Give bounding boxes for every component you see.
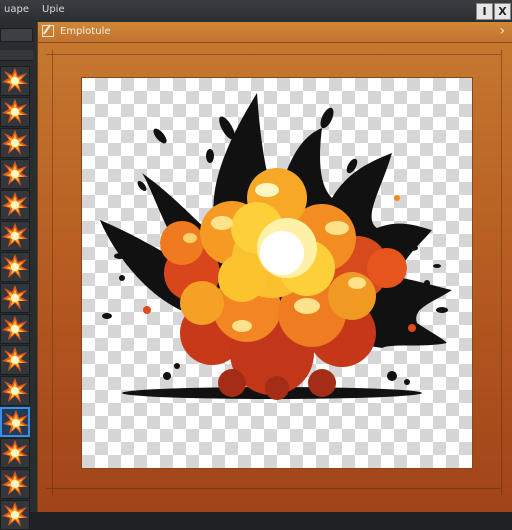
explosion-thumbnail-icon [2, 192, 28, 217]
edit-icon [42, 25, 54, 37]
menu-label-left[interactable]: uape [4, 4, 29, 15]
document-window: Emplotule › [37, 22, 512, 512]
explosion-thumbnail-icon [2, 285, 28, 310]
panel-tab[interactable] [0, 50, 33, 61]
explosion-thumbnail-icon [2, 161, 28, 186]
explosion-thumbnail-icon [2, 471, 28, 496]
thumbnail-item[interactable] [0, 469, 30, 499]
thumbnail-item[interactable] [0, 128, 30, 158]
thumbnail-item[interactable] [0, 221, 30, 251]
thumbnail-item[interactable] [0, 500, 30, 530]
top-menu-bar: uape Upie I X [0, 0, 512, 23]
document-title: Emplotule [60, 26, 111, 37]
thumbnail-item[interactable] [0, 345, 30, 375]
close-window-button[interactable]: X [494, 3, 511, 20]
explosion-thumbnail-icon [2, 68, 28, 93]
thumbnail-panel [0, 22, 38, 530]
guide-line-bottom [46, 488, 501, 489]
thumbnail-item[interactable] [0, 376, 30, 406]
explosion-thumbnail-icon [2, 440, 28, 465]
explosion-thumbnail-icon [2, 378, 28, 403]
panel-search-field[interactable] [0, 28, 33, 42]
thumbnail-item[interactable] [0, 438, 30, 468]
chevron-right-icon[interactable]: › [499, 23, 505, 39]
explosion-thumbnail-icon [2, 502, 28, 527]
fireball-cloud [143, 168, 416, 400]
explosion-artwork [100, 93, 452, 400]
thumbnail-item[interactable] [0, 252, 30, 282]
explosion-thumbnail-icon [2, 316, 28, 341]
document-titlebar[interactable]: Emplotule › [38, 22, 512, 43]
thumbnail-item[interactable] [0, 66, 30, 96]
info-button[interactable]: I [476, 3, 493, 20]
menu-label-center[interactable]: Upie [42, 4, 65, 15]
thumbnail-item[interactable] [0, 97, 30, 127]
explosion-thumbnail-icon [2, 254, 28, 279]
guide-line-left [52, 50, 53, 495]
thumbnail-item[interactable] [0, 190, 30, 220]
guide-line-right [501, 50, 502, 495]
thumbnail-item[interactable] [0, 159, 30, 189]
explosion-thumbnail-icon [2, 130, 28, 155]
thumbnail-item[interactable] [0, 314, 30, 344]
thumbnail-item[interactable] [0, 407, 30, 437]
explosion-thumbnail-icon [3, 410, 28, 435]
image-canvas[interactable] [81, 77, 473, 469]
guide-line-top [46, 54, 501, 55]
thumbnail-item[interactable] [0, 283, 30, 313]
explosion-thumbnail-icon [2, 99, 28, 124]
explosion-thumbnail-icon [2, 347, 28, 372]
explosion-thumbnail-icon [2, 223, 28, 248]
